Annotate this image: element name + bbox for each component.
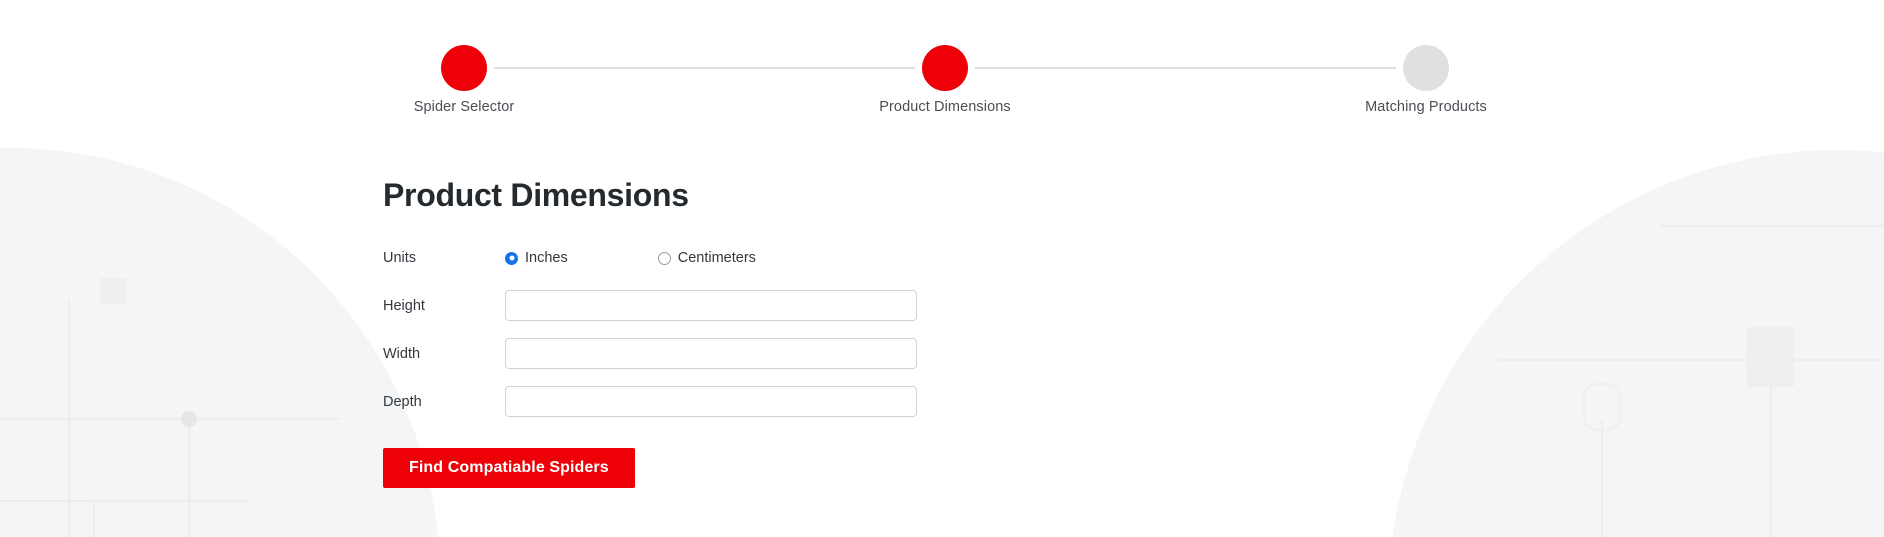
stepper-step-spider-selector[interactable]: Spider Selector: [414, 45, 514, 115]
find-compatible-spiders-button[interactable]: Find Compatiable Spiders: [383, 448, 635, 489]
units-label: Units: [383, 250, 417, 267]
stepper-connector-2: [975, 67, 1396, 69]
stepper-label-spider-selector: Spider Selector: [413, 99, 515, 115]
units-radio-group: Inches Centimeters: [505, 250, 756, 266]
background-rounded-rect-left: [0, 500, 95, 537]
stepper-dot-product-dimensions[interactable]: [922, 45, 968, 91]
product-dimensions-form: Product Dimensions Units Inches Centimet…: [383, 177, 1103, 489]
background-gridline-h-left-1: [0, 418, 340, 420]
background-circle-right: [1388, 150, 1884, 537]
width-input[interactable]: [505, 338, 917, 370]
background-square-left: [100, 278, 126, 304]
progress-stepper: Spider Selector Product Dimensions Match…: [414, 44, 1487, 120]
stepper-dot-matching-products[interactable]: [1403, 45, 1449, 91]
stepper-step-matching-products[interactable]: Matching Products: [1365, 45, 1487, 115]
stepper-connector-1: [494, 67, 915, 69]
form-row-height: Height: [383, 290, 1103, 322]
background-gridline-v-right-1: [1770, 359, 1772, 537]
stepper-step-product-dimensions[interactable]: Product Dimensions: [879, 45, 1011, 115]
width-label: Width: [383, 345, 421, 362]
background-circle-left: [0, 148, 440, 537]
background-gridline-h-right-2: [1498, 359, 1884, 361]
stepper-dot-spider-selector[interactable]: [441, 45, 487, 91]
height-label: Height: [383, 297, 425, 314]
background-gridline-v-left-2: [68, 300, 70, 537]
stepper-label-product-dimensions: Product Dimensions: [879, 99, 1011, 115]
background-gridline-v-left-1: [188, 418, 190, 537]
depth-label: Depth: [383, 393, 422, 410]
depth-input[interactable]: [505, 386, 917, 418]
radio-option-inches[interactable]: Inches: [505, 250, 568, 266]
radio-centimeters-indicator[interactable]: [657, 251, 671, 265]
background-gridline-h-right-1: [1660, 225, 1884, 227]
page-title: Product Dimensions: [383, 177, 689, 213]
radio-inches-label: Inches: [525, 250, 568, 267]
radio-option-centimeters[interactable]: Centimeters: [657, 250, 756, 267]
form-row-depth: Depth: [383, 386, 1103, 418]
radio-centimeters-label: Centimeters: [677, 250, 756, 267]
background-pill-right: [1583, 383, 1621, 431]
page-root: Spider Selector Product Dimensions Match…: [0, 0, 1884, 537]
height-input[interactable]: [505, 290, 917, 322]
background-gridline-v-right-2: [1601, 420, 1603, 537]
form-row-units: Units Inches Centimeters: [383, 243, 1103, 273]
stepper-label-matching-products: Matching Products: [1365, 99, 1487, 115]
background-square-right: [1747, 327, 1794, 387]
background-dot-left: [181, 411, 197, 427]
form-row-width: Width: [383, 338, 1103, 370]
radio-inches-indicator[interactable]: [505, 251, 518, 265]
stepper-track: Spider Selector Product Dimensions Match…: [414, 44, 1487, 115]
background-gridline-h-left-2: [0, 500, 250, 502]
